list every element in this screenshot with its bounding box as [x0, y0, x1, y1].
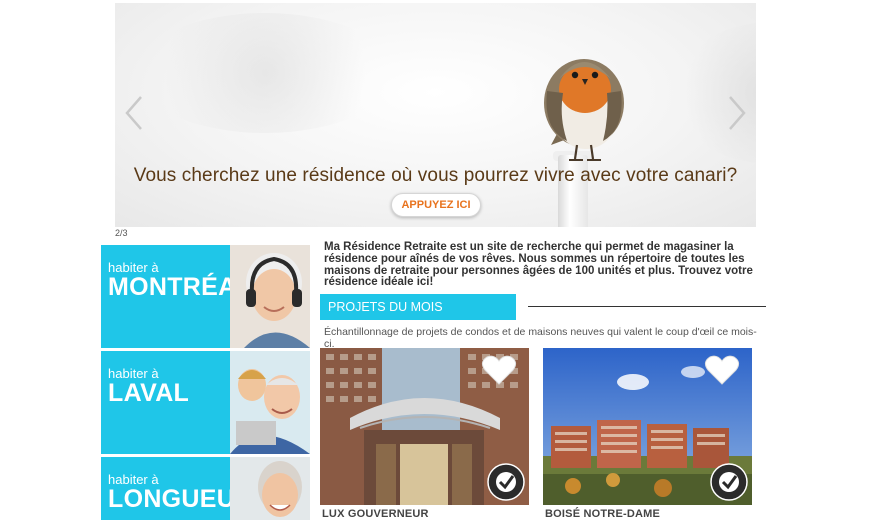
project-title[interactable]: LUX GOUVERNEUR — [320, 508, 529, 520]
project-card-boise-notre-dame[interactable]: BOISÉ NOTRE-DAME — [543, 348, 752, 520]
chevron-left-icon[interactable] — [121, 93, 147, 133]
city-tile-name: LAVAL — [108, 379, 190, 407]
grandparent-child-photo — [230, 351, 310, 454]
appuyez-ici-button[interactable]: APPUYEZ ICI — [391, 193, 481, 217]
heart-icon[interactable] — [481, 354, 517, 386]
projects-description: Échantillonnage de projets de condos et … — [324, 326, 757, 350]
intro-text: Ma Résidence Retraite est un site de rec… — [324, 241, 753, 289]
senior-woman-headphones-photo — [230, 245, 310, 348]
background-fog — [135, 13, 395, 133]
slide-counter: 2/3 — [115, 228, 128, 238]
section-divider — [528, 306, 766, 307]
residence-collection-badge-icon — [487, 463, 525, 501]
project-card-lux-gouverneur[interactable]: LUX GOUVERNEUR — [320, 348, 529, 520]
project-photo — [320, 348, 529, 505]
heart-icon[interactable] — [704, 354, 740, 386]
project-photo — [543, 348, 752, 505]
chevron-right-icon[interactable] — [724, 93, 750, 133]
robin-bird-image — [544, 59, 624, 161]
city-tile-laval[interactable]: habiter à LAVAL — [101, 351, 310, 454]
hero-caption: Vous cherchez une résidence où vous pour… — [133, 165, 738, 186]
city-tile-longueuil[interactable]: habiter à LONGUEUIL — [101, 457, 310, 520]
residence-collection-badge-icon — [710, 463, 748, 501]
city-tile-montreal[interactable]: habiter à MONTRÉAL — [101, 245, 310, 348]
projects-heading: PROJETS DU MOIS — [320, 294, 516, 320]
smiling-senior-woman-photo — [230, 457, 310, 520]
project-title[interactable]: BOISÉ NOTRE-DAME — [543, 508, 752, 520]
